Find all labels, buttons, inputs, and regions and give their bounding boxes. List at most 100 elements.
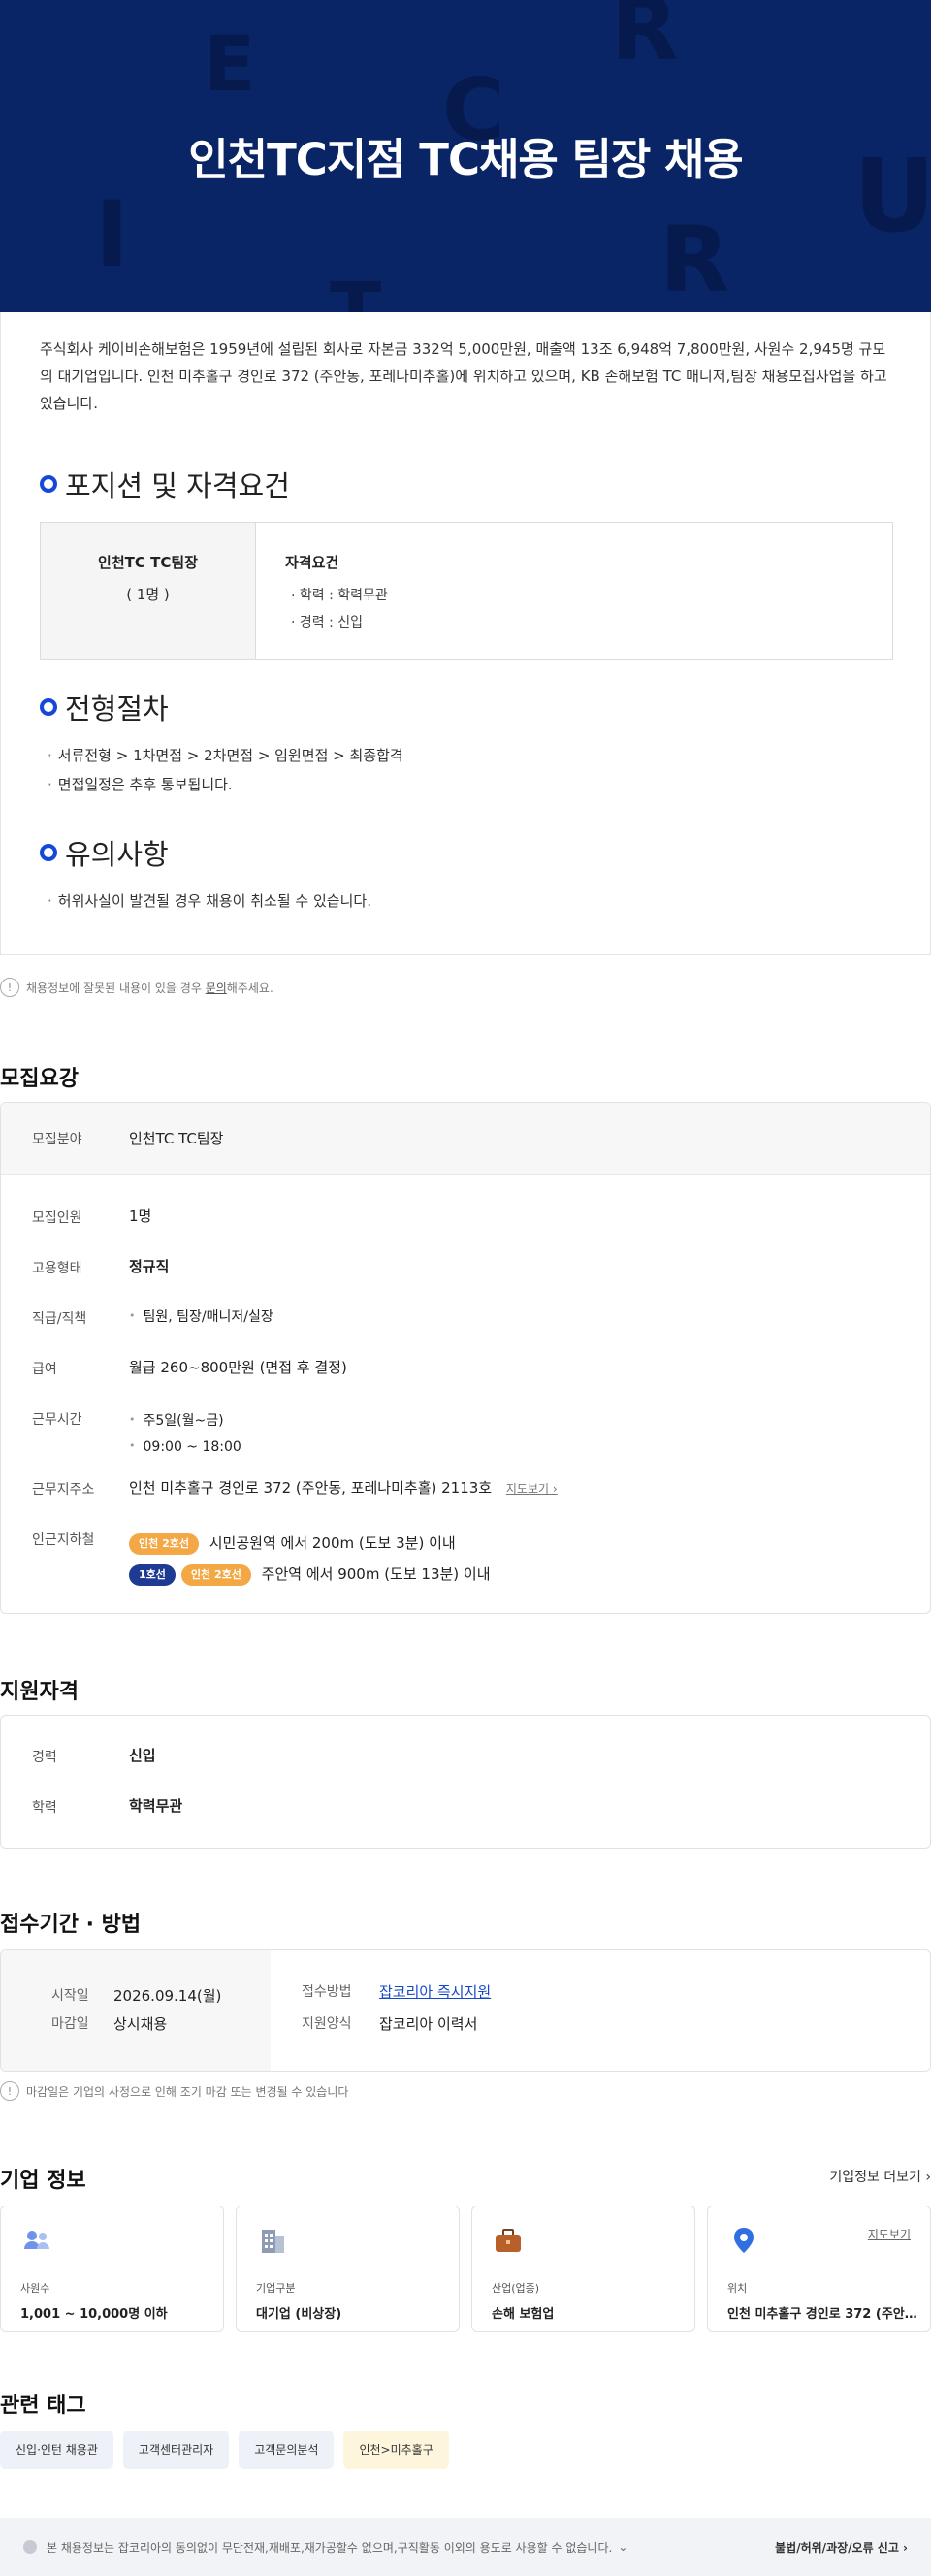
salary-value: 월급 260~800만원 (면접 후 결정) xyxy=(129,1359,347,1376)
copyright-bar: 본 채용정보는 잡코리아의 동의없이 무단전재,재배포,재가공할수 없으며,구직… xyxy=(0,2518,931,2576)
end-label: 마감일 xyxy=(51,2016,89,2032)
recruit-field-row: 모집분야 인천TC TC팀장 xyxy=(1,1103,930,1175)
company-intro: 주식회사 케이비손해보험은 1959년에 설립된 회사로 자본금 332억 5,… xyxy=(40,340,887,412)
report-link[interactable]: 불법/허위/과장/오류 신고 › xyxy=(775,2539,908,2556)
education-value: 학력무관 xyxy=(129,1797,183,1815)
education-label: 학력 xyxy=(32,1800,57,1816)
notice-section-title: 유의사항 xyxy=(65,838,169,871)
count-value: 1명 xyxy=(129,1208,152,1225)
employment-type-label: 고용형태 xyxy=(32,1261,82,1276)
requirement-career: · 경력 : 신입 xyxy=(291,615,364,630)
field-value: 인천TC TC팀장 xyxy=(129,1130,224,1147)
company-card-employees[interactable]: 사원수 1,001 ~ 10,000명 이하 xyxy=(0,2206,224,2332)
process-section-title: 전형절차 xyxy=(65,692,169,725)
company-cards: 사원수 1,001 ~ 10,000명 이하 기업구분 대기업 (비상장) 산업… xyxy=(0,2206,931,2332)
tag-item[interactable]: 신입·인턴 채용관 xyxy=(0,2431,113,2469)
report-note-tail: 해주세요. xyxy=(226,981,273,995)
station-distance: 주안역 에서 900m (도보 13분) 이내 xyxy=(261,1565,491,1583)
company-title: 기업 정보 xyxy=(0,2169,86,2193)
hero-banner: E R C I U R T 인천TC지점 TC채용 팀장 채용 xyxy=(0,0,931,312)
recruit-summary: 모집분야 인천TC TC팀장 모집인원 1명 고용형태 정규직 직급/직책 팀원… xyxy=(0,1102,931,1614)
requirements-label: 자격요건 xyxy=(285,554,339,571)
company-more-link[interactable]: 기업정보 더보기 › xyxy=(829,2167,931,2186)
info-icon: ! xyxy=(0,978,19,997)
location-pin-icon xyxy=(734,2228,754,2253)
line-badge-incheon2: 인천 2호선 xyxy=(180,1564,251,1586)
qualification-title: 지원자격 xyxy=(0,1680,79,1704)
rank-value: 팀원, 팀장/매니저/실장 xyxy=(129,1306,273,1328)
tag-item[interactable]: 인천>미추홀구 xyxy=(343,2431,449,2469)
apply-method: 접수방법 잡코리아 즉시지원 지원양식 잡코리아 이력서 xyxy=(271,1950,491,2071)
process-section-heading: 전형절차 xyxy=(40,687,169,727)
deadline-note-text: 마감일은 기업의 사정으로 인해 조기 마감 또는 변경될 수 있습니다 xyxy=(26,2084,349,2099)
address-value: 인천 미추홀구 경인로 372 (주안동, 포레나미추홀) 2113호 xyxy=(129,1479,493,1497)
line-badge-line1: 1호선 xyxy=(129,1564,176,1586)
hero-letter-r2: R xyxy=(659,208,730,312)
hero-letter-i: I xyxy=(95,182,129,288)
posting-title: 인천TC지점 TC채용 팀장 채용 xyxy=(188,134,743,185)
circle-bullet-icon xyxy=(40,844,57,861)
card-value: 대기업 (비상장) xyxy=(256,2307,342,2322)
report-note-text: 채용정보에 잘못된 내용이 있을 경우 xyxy=(26,981,206,995)
chevron-down-icon[interactable]: ⌄ xyxy=(618,2540,627,2554)
field-label: 모집분야 xyxy=(32,1131,82,1147)
address-row: 근무지주소 인천 미추홀구 경인로 372 (주안동, 포레나미추홀) 2113… xyxy=(32,1477,558,1498)
recruit-title: 모집요강 xyxy=(0,1067,79,1091)
inquiry-link[interactable]: 문의 xyxy=(206,982,227,995)
address-label: 근무지주소 xyxy=(32,1482,95,1497)
subway-label: 인근지하철 xyxy=(32,1532,95,1548)
tags-title: 관련 태그 xyxy=(0,2394,86,2418)
card-map-link[interactable]: 지도보기 xyxy=(868,2226,911,2242)
start-value: 2026.09.14(월) xyxy=(113,1987,222,2005)
position-count: ( 1명 ) xyxy=(126,586,170,603)
instant-apply-link[interactable]: 잡코리아 즉시지원 xyxy=(379,1981,491,2002)
count-label: 모집인원 xyxy=(32,1210,82,1226)
career-label: 경력 xyxy=(32,1750,57,1765)
process-line: 면접일정은 추후 통보됩니다. xyxy=(48,770,403,799)
form-label: 지원양식 xyxy=(302,2016,352,2032)
map-view-link[interactable]: 지도보기 › xyxy=(506,1482,558,1496)
position-name-cell: 인천TC TC팀장 ( 1명 ) xyxy=(41,523,256,659)
subway-station-item: 1호선 인천 2호선 주안역 에서 900m (도보 13분) 이내 xyxy=(129,1559,491,1590)
education-row: 학력 학력무관 xyxy=(32,1795,182,1817)
card-label: 사원수 xyxy=(20,2282,50,2295)
requirement-education: · 학력 : 학력무관 xyxy=(291,588,388,603)
line-badge-incheon2: 인천 2호선 xyxy=(129,1533,199,1555)
form-value: 잡코리아 이력서 xyxy=(379,2015,478,2033)
circle-bullet-icon xyxy=(40,475,57,493)
building-icon xyxy=(262,2230,284,2253)
notice-line: 허위사실이 발견될 경우 채용이 취소될 수 있습니다. xyxy=(48,886,371,916)
rank-label: 직급/직책 xyxy=(32,1311,87,1327)
end-value: 상시채용 xyxy=(113,2015,168,2033)
subway-station-item: 인천 2호선 시민공원역 에서 200m (도보 3분) 이내 xyxy=(129,1528,491,1559)
position-name: 인천TC TC팀장 xyxy=(98,554,198,571)
start-label: 시작일 xyxy=(51,1988,89,2004)
position-section-title: 포지션 및 자격요건 xyxy=(65,469,290,502)
company-card-type[interactable]: 기업구분 대기업 (비상장) xyxy=(236,2206,460,2332)
salary-row: 급여 월급 260~800만원 (면접 후 결정) xyxy=(32,1357,347,1378)
salary-label: 급여 xyxy=(32,1362,57,1377)
card-label: 산업(업종) xyxy=(492,2282,540,2295)
tag-item[interactable]: 고객문의분석 xyxy=(239,2431,335,2469)
position-section-heading: 포지션 및 자격요건 xyxy=(40,464,290,504)
method-label: 접수방법 xyxy=(302,1984,352,2000)
process-line: 서류전형 > 1차면접 > 2차면접 > 임원면접 > 최종합격 xyxy=(48,741,403,770)
briefcase-icon xyxy=(496,2229,521,2252)
posting-detail: 주식회사 케이비손해보험은 1959년에 설립된 회사로 자본금 332억 5,… xyxy=(0,312,931,955)
company-card-industry[interactable]: 산업(업종) 손해 보험업 xyxy=(471,2206,695,2332)
people-icon xyxy=(24,2231,49,2249)
card-value: 1,001 ~ 10,000명 이하 xyxy=(20,2307,168,2322)
tag-item[interactable]: 고객센터관리자 xyxy=(122,2431,230,2469)
apply-box: 시작일 2026.09.14(월) 마감일 상시채용 접수방법 잡코리아 즉시지원 지… xyxy=(0,1949,931,2072)
hero-letter-r: R xyxy=(611,0,679,80)
count-row: 모집인원 1명 xyxy=(32,1206,151,1227)
notice-section-heading: 유의사항 xyxy=(40,832,169,873)
company-card-location[interactable]: 지도보기 위치 인천 미추홀구 경인로 372 (주안동, 포레나미추홀) xyxy=(707,2206,931,2332)
qualification-box: 경력 신입 학력 학력무관 xyxy=(0,1715,931,1849)
hero-letter-t: T xyxy=(330,268,382,312)
info-icon: ! xyxy=(0,2081,19,2101)
apply-period: 시작일 2026.09.14(월) 마감일 상시채용 xyxy=(1,1950,271,2071)
card-label: 위치 xyxy=(727,2282,748,2295)
hours-days: 주5일(월~금) xyxy=(129,1407,241,1433)
hours-time: 09:00 ~ 18:00 xyxy=(129,1433,241,1460)
